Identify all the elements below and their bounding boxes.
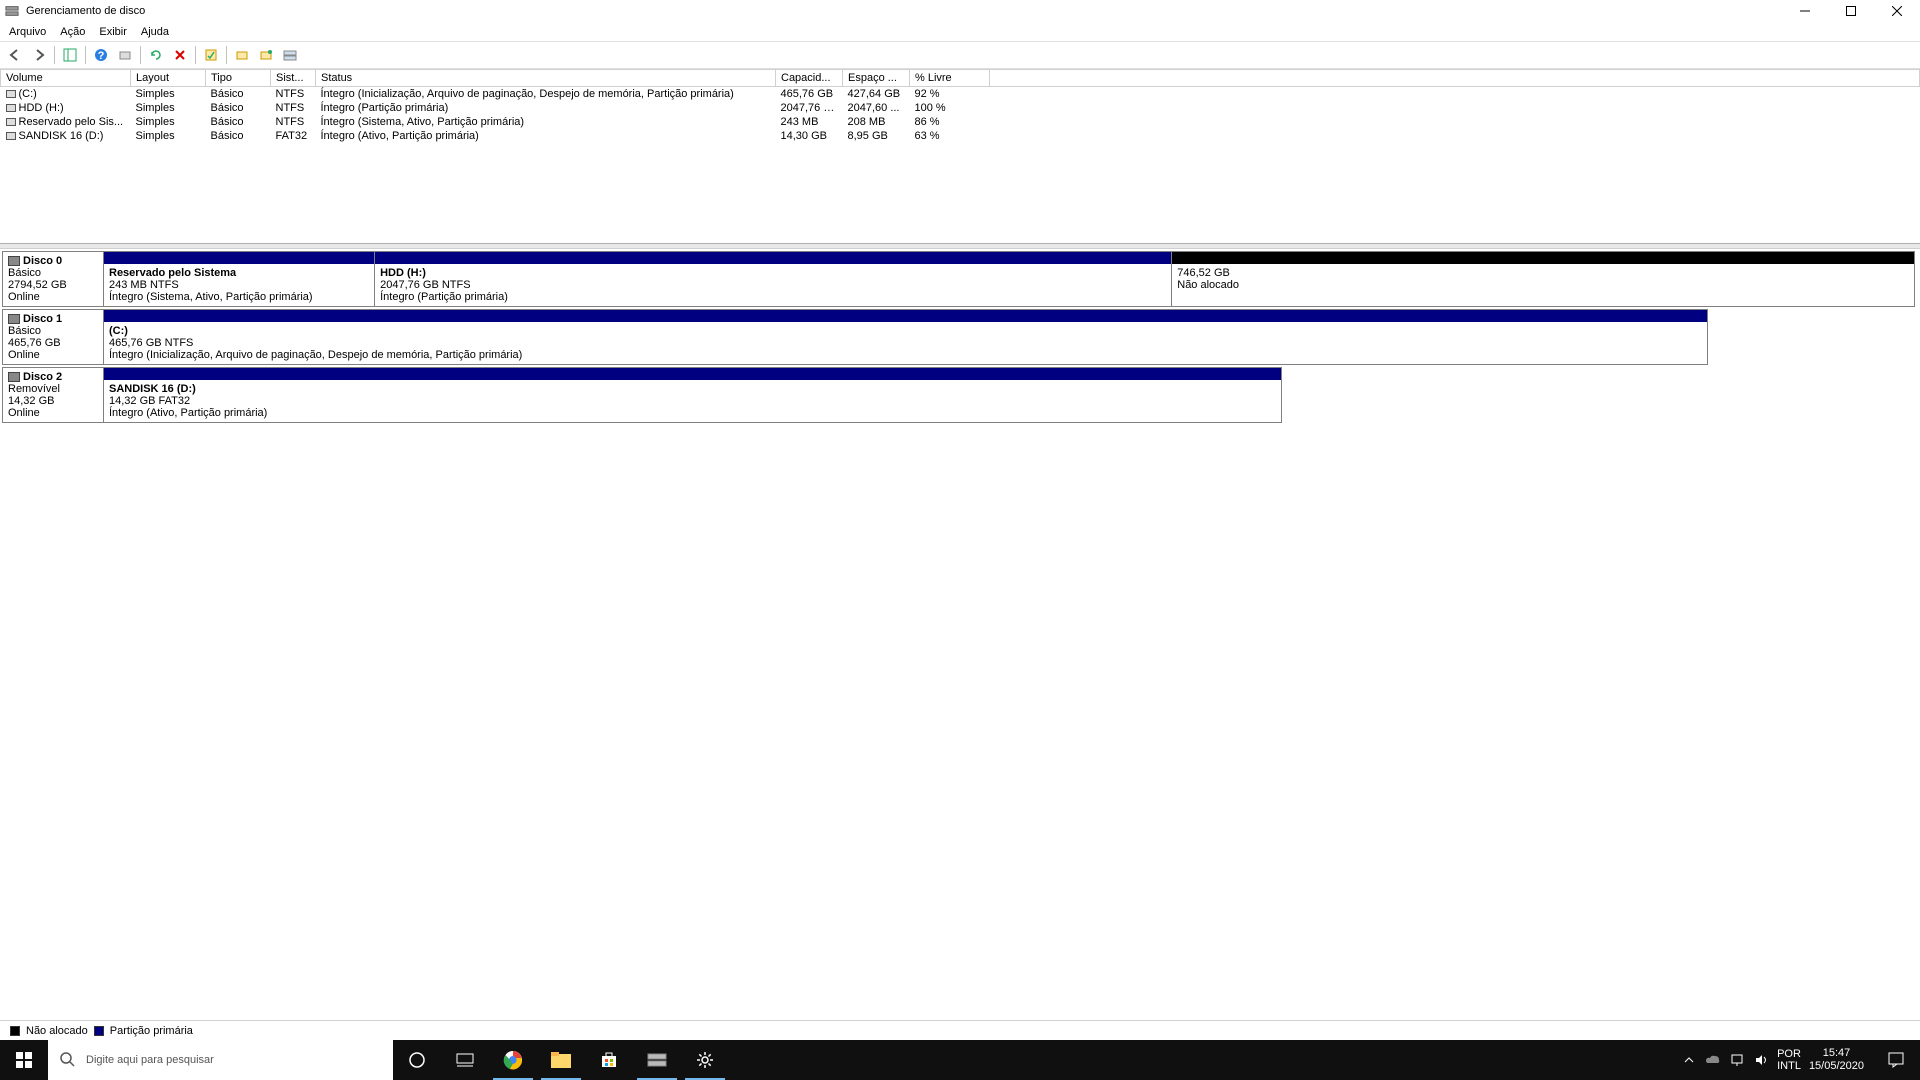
tray-volume-icon[interactable] xyxy=(1753,1052,1769,1068)
window-title: Gerenciamento de disco xyxy=(24,5,1782,17)
menu-help[interactable]: Ajuda xyxy=(134,24,176,40)
col-status[interactable]: Status xyxy=(316,70,776,87)
legend-primary-swatch xyxy=(94,1026,104,1036)
tray-lang2[interactable]: INTL xyxy=(1777,1060,1801,1072)
partition[interactable]: 746,52 GBNão alocado xyxy=(1171,251,1915,307)
taskbar: Digite aqui para pesquisar POR INTL 15:4… xyxy=(0,1040,1920,1080)
tray-network-icon[interactable] xyxy=(1729,1052,1745,1068)
properties-button[interactable] xyxy=(200,44,222,66)
volume-row[interactable]: Reservado pelo Sis...SimplesBásicoNTFSÍn… xyxy=(1,115,1920,129)
col-layout[interactable]: Layout xyxy=(131,70,206,87)
col-pctfree[interactable]: % Livre xyxy=(910,70,990,87)
tray-time: 15:47 xyxy=(1809,1047,1864,1060)
back-button[interactable] xyxy=(4,44,26,66)
close-button[interactable] xyxy=(1874,0,1920,22)
toolbar-icon-1[interactable] xyxy=(114,44,136,66)
volume-row[interactable]: SANDISK 16 (D:)SimplesBásicoFAT32Íntegro… xyxy=(1,129,1920,143)
disk-label[interactable]: Disco 2Removível14,32 GBOnline xyxy=(2,367,104,423)
disk-label[interactable]: Disco 0Básico2794,52 GBOnline xyxy=(2,251,104,307)
volume-list[interactable]: Volume Layout Tipo Sist... Status Capaci… xyxy=(0,69,1920,244)
toolbar: ? xyxy=(0,41,1920,69)
disk-row: Disco 1Básico465,76 GBOnline(C:)465,76 G… xyxy=(2,309,1918,365)
system-tray[interactable]: POR INTL 15:47 15/05/2020 xyxy=(1673,1040,1872,1080)
col-free[interactable]: Espaço ... xyxy=(843,70,910,87)
legend: Não alocado Partição primária xyxy=(0,1020,1920,1040)
task-view-button[interactable] xyxy=(441,1040,489,1080)
menu-action[interactable]: Ação xyxy=(53,24,92,40)
delete-button[interactable] xyxy=(169,44,191,66)
search-icon xyxy=(60,1052,76,1068)
forward-button[interactable] xyxy=(28,44,50,66)
taskbar-settings[interactable] xyxy=(681,1040,729,1080)
column-headers[interactable]: Volume Layout Tipo Sist... Status Capaci… xyxy=(1,70,1920,87)
col-type[interactable]: Tipo xyxy=(206,70,271,87)
tray-onedrive-icon[interactable] xyxy=(1705,1052,1721,1068)
partition[interactable]: HDD (H:)2047,76 GB NTFSÍntegro (Partição… xyxy=(374,251,1172,307)
tray-date: 15/05/2020 xyxy=(1809,1060,1864,1073)
taskbar-diskmgmt[interactable] xyxy=(633,1040,681,1080)
show-hide-button[interactable] xyxy=(59,44,81,66)
tray-lang1[interactable]: POR xyxy=(1777,1048,1801,1060)
refresh-button[interactable] xyxy=(145,44,167,66)
disk-graphic-pane[interactable]: Disco 0Básico2794,52 GBOnlineReservado p… xyxy=(0,248,1920,758)
taskbar-search[interactable]: Digite aqui para pesquisar xyxy=(48,1040,393,1080)
volume-row[interactable]: (C:)SimplesBásicoNTFSÍntegro (Inicializa… xyxy=(1,87,1920,102)
col-fs[interactable]: Sist... xyxy=(271,70,316,87)
legend-unalloc-label: Não alocado xyxy=(26,1025,88,1037)
disk-row: Disco 2Removível14,32 GBOnlineSANDISK 16… xyxy=(2,367,1918,423)
notifications-button[interactable] xyxy=(1872,1040,1920,1080)
cortana-button[interactable] xyxy=(393,1040,441,1080)
toolbar-icon-4[interactable] xyxy=(279,44,301,66)
help-button[interactable]: ? xyxy=(90,44,112,66)
app-icon xyxy=(4,3,20,19)
partition[interactable]: Reservado pelo Sistema243 MB NTFSÍntegro… xyxy=(103,251,375,307)
search-placeholder: Digite aqui para pesquisar xyxy=(86,1054,214,1066)
minimize-button[interactable] xyxy=(1782,0,1828,22)
partition[interactable]: (C:)465,76 GB NTFSÍntegro (Inicialização… xyxy=(103,309,1708,365)
volume-row[interactable]: HDD (H:)SimplesBásicoNTFSÍntegro (Partiç… xyxy=(1,101,1920,115)
tray-clock[interactable]: 15:47 15/05/2020 xyxy=(1809,1047,1864,1073)
partition[interactable]: SANDISK 16 (D:)14,32 GB FAT32Íntegro (At… xyxy=(103,367,1282,423)
legend-primary-label: Partição primária xyxy=(110,1025,193,1037)
menu-view[interactable]: Exibir xyxy=(92,24,134,40)
toolbar-icon-3[interactable] xyxy=(255,44,277,66)
taskbar-chrome[interactable] xyxy=(489,1040,537,1080)
maximize-button[interactable] xyxy=(1828,0,1874,22)
disk-row: Disco 0Básico2794,52 GBOnlineReservado p… xyxy=(2,251,1918,307)
tray-chevron-icon[interactable] xyxy=(1681,1052,1697,1068)
menu-file[interactable]: Arquivo xyxy=(2,24,53,40)
svg-text:?: ? xyxy=(98,50,105,62)
legend-unalloc-swatch xyxy=(10,1026,20,1036)
col-capacity[interactable]: Capacid... xyxy=(776,70,843,87)
toolbar-icon-2[interactable] xyxy=(231,44,253,66)
taskbar-explorer[interactable] xyxy=(537,1040,585,1080)
taskbar-store[interactable] xyxy=(585,1040,633,1080)
col-volume[interactable]: Volume xyxy=(1,70,131,87)
disk-label[interactable]: Disco 1Básico465,76 GBOnline xyxy=(2,309,104,365)
menu-bar: Arquivo Ação Exibir Ajuda xyxy=(0,22,1920,41)
start-button[interactable] xyxy=(0,1040,48,1080)
